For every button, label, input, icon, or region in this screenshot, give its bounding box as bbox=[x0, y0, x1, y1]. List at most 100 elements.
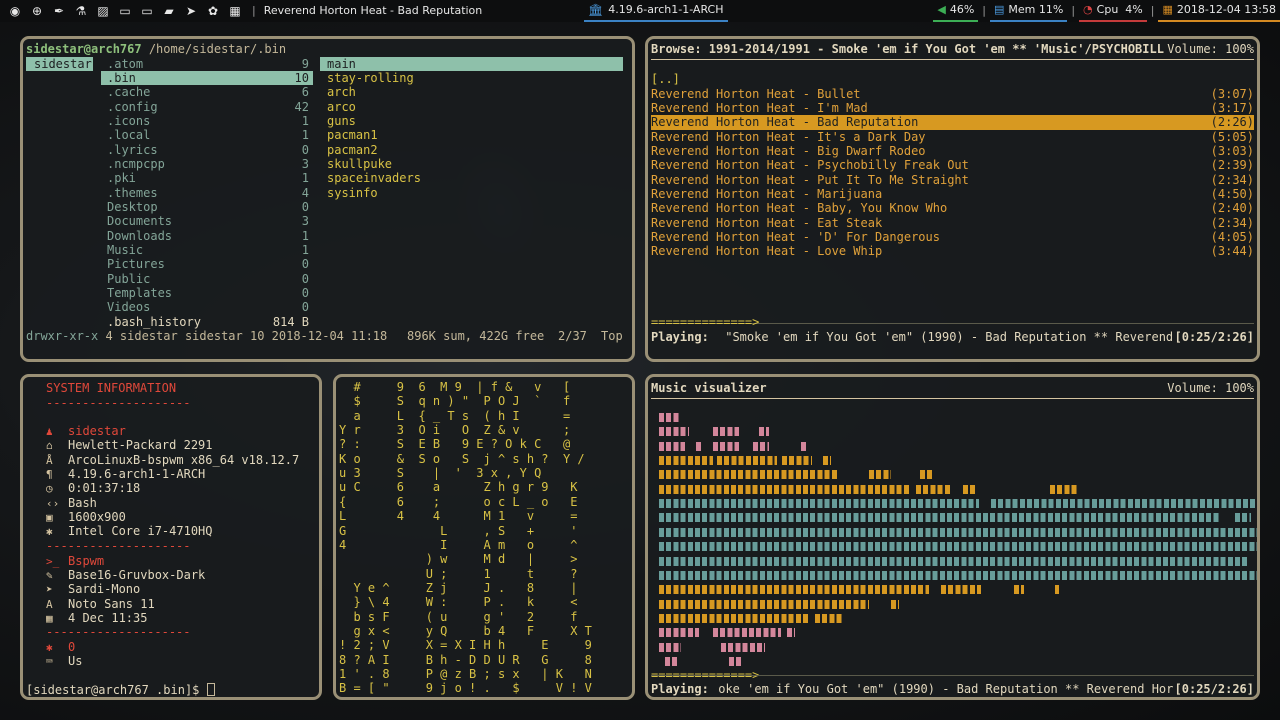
sysinfo-value: 0 bbox=[68, 639, 76, 654]
preview-entry[interactable]: arch bbox=[320, 85, 356, 99]
paint-icon: ✎ bbox=[46, 568, 53, 582]
sysinfo-item: ✱ Intel Core i7-4710HQ bbox=[46, 524, 213, 538]
track-duration: (4:50) bbox=[1210, 186, 1254, 201]
ranger-entry[interactable]: .cache 6 bbox=[101, 85, 313, 99]
kernel-module: 🏛 4.19.6-arch1-1-ARCH bbox=[584, 0, 728, 22]
parent-dir-entry[interactable]: [..] bbox=[651, 72, 680, 86]
ranger-entry[interactable]: Videos 0 bbox=[101, 300, 313, 314]
matrix-line: L 4 4 M 1 v = bbox=[339, 509, 578, 524]
spectrum-bar bbox=[963, 484, 977, 494]
track-row[interactable]: Reverend Horton Heat - 'D' For Dangerous… bbox=[651, 230, 1254, 244]
matrix-line: u 3 S | ' 3 x , Y Q bbox=[339, 466, 542, 481]
track-row[interactable]: Reverend Horton Heat - Marijuana (4:50) bbox=[651, 187, 1254, 201]
ranger-entry[interactable]: Music 1 bbox=[101, 243, 313, 257]
matrix-line: Y e ^ Z j J . 8 | bbox=[339, 580, 578, 595]
track-title: Reverend Horton Heat - Baby, You Know Wh… bbox=[651, 201, 948, 216]
preview-entry[interactable]: spaceinvaders bbox=[320, 171, 421, 185]
track-row[interactable]: Reverend Horton Heat - Bad Reputation (2:… bbox=[651, 115, 1254, 130]
ncmpcpp-browser-window[interactable]: Browse: 1991-2014/1991 - Smoke 'em if Yo… bbox=[645, 36, 1260, 362]
track-title: Reverend Horton Heat - Love Whip bbox=[651, 244, 883, 259]
sysinfo-value: Intel Core i7-4710HQ bbox=[68, 524, 213, 539]
date-module[interactable]: ▦ 2018-12-04 13:58 bbox=[1158, 0, 1280, 22]
entry-count: 3 bbox=[301, 156, 309, 171]
ranger-entry[interactable]: .bin 10 bbox=[101, 70, 313, 86]
track-title: Reverend Horton Heat - 'D' For Dangerous bbox=[651, 230, 940, 244]
track-row[interactable]: Reverend Horton Heat - Love Whip (3:44) bbox=[651, 244, 1254, 258]
track-row[interactable]: Reverend Horton Heat - I'm Mad (3:17) bbox=[651, 101, 1254, 115]
preview-entry[interactable]: guns bbox=[320, 114, 356, 128]
progress-bar[interactable]: ==============> bbox=[651, 315, 759, 329]
entry-name: .local bbox=[107, 128, 151, 143]
sysinfo-terminal-window[interactable]: SYSTEM INFORMATION -------------------- … bbox=[20, 374, 322, 700]
ranger-entry[interactable]: .atom 9 bbox=[101, 57, 313, 71]
entry-name: .config bbox=[107, 99, 158, 114]
grid-icon[interactable]: ▦ bbox=[226, 0, 244, 22]
datetime-value: 2018-12-04 13:58 bbox=[1176, 2, 1276, 16]
globe-icon[interactable]: ⊕ bbox=[28, 0, 46, 22]
shell-prompt[interactable]: [sidestar@arch767 .bin]$ bbox=[26, 683, 215, 697]
preview-entry[interactable]: arco bbox=[320, 100, 356, 114]
spectrum-bar bbox=[696, 441, 702, 451]
track-title: Reverend Horton Heat - Bullet bbox=[651, 86, 861, 101]
flask-icon[interactable]: ⚗ bbox=[72, 0, 90, 22]
track-duration: (5:05) bbox=[1210, 129, 1254, 144]
sysinfo-item: ⌂ Hewlett-Packard 2291 bbox=[46, 438, 213, 452]
sysinfo-item: ◷ 0:01:37:18 bbox=[46, 481, 140, 495]
ranger-entry[interactable]: Documents 3 bbox=[101, 214, 313, 228]
track-row[interactable]: Reverend Horton Heat - Bullet (3:07) bbox=[651, 87, 1254, 101]
visualizer-playback-time: [0:25/2:26] bbox=[1174, 682, 1254, 696]
ranger-entry[interactable]: .local 1 bbox=[101, 128, 313, 142]
eyedropper-icon[interactable]: ✒ bbox=[50, 0, 68, 22]
track-row[interactable]: Reverend Horton Heat - Baby, You Know Wh… bbox=[651, 201, 1254, 215]
track-row[interactable]: Reverend Horton Heat - Psychobilly Freak… bbox=[651, 158, 1254, 172]
monitor-icon[interactable]: ▭ bbox=[138, 0, 156, 22]
ranger-entry[interactable]: Desktop 0 bbox=[101, 200, 313, 214]
sysinfo-value: Bspwm bbox=[68, 553, 105, 568]
spectrum-bar bbox=[729, 656, 743, 666]
panel-separator: | bbox=[1150, 3, 1155, 17]
ranger-entry[interactable]: Public 0 bbox=[101, 272, 313, 286]
preview-entry[interactable]: pacman1 bbox=[320, 128, 378, 142]
arch-logo-icon[interactable]: ◉ bbox=[6, 0, 24, 22]
spectrum-bar bbox=[721, 642, 765, 652]
ranger-parent-dir[interactable]: sidestar bbox=[26, 56, 93, 71]
ranger-window[interactable]: sidestar@arch767 /home/sidestar/.bin sid… bbox=[20, 36, 635, 362]
ranger-entry[interactable]: Pictures 0 bbox=[101, 257, 313, 271]
preview-entry[interactable]: stay-rolling bbox=[320, 71, 414, 85]
ranger-entry[interactable]: .bash_history 814 B bbox=[101, 315, 313, 329]
ranger-entry[interactable]: .icons 1 bbox=[101, 114, 313, 128]
ranger-entry[interactable]: Templates 0 bbox=[101, 286, 313, 300]
telegram-icon[interactable]: ➤ bbox=[182, 0, 200, 22]
cmatrix-window[interactable]: # 9 6 M 9 | f & v [ $ S q n ) " P O J ` … bbox=[333, 374, 635, 700]
clock-icon: ◷ bbox=[46, 482, 53, 496]
visualizer-divider bbox=[651, 398, 1254, 399]
folder-icon[interactable]: ▰ bbox=[160, 0, 178, 22]
matrix-line: B = [ " 9 j o ! . $ V ! V bbox=[339, 681, 592, 696]
sysinfo-value: Hewlett-Packard 2291 bbox=[68, 438, 213, 453]
visualizer-playing-label: Playing: bbox=[651, 682, 709, 696]
ranger-entry[interactable]: Downloads 1 bbox=[101, 229, 313, 243]
volume-module[interactable]: ◀ 46% bbox=[933, 0, 979, 22]
track-row[interactable]: Reverend Horton Heat - It's a Dark Day (5… bbox=[651, 130, 1254, 144]
terminal-icon[interactable]: ▭ bbox=[116, 0, 134, 22]
ranger-entry[interactable]: .lyrics 0 bbox=[101, 143, 313, 157]
entry-count: 0 bbox=[301, 271, 309, 286]
track-row[interactable]: Reverend Horton Heat - Put It To Me Stra… bbox=[651, 173, 1254, 187]
paw-icon[interactable]: ✿ bbox=[204, 0, 222, 22]
matrix-line: G L , S + ' bbox=[339, 523, 578, 538]
entry-name: Pictures bbox=[107, 257, 165, 272]
ranger-entry[interactable]: .config 42 bbox=[101, 100, 313, 114]
visualizer-window[interactable]: Music visualizer Volume: 100% ==========… bbox=[645, 374, 1260, 700]
image-icon[interactable]: ▨ bbox=[94, 0, 112, 22]
ranger-entry[interactable]: .ncmpcpp 3 bbox=[101, 157, 313, 171]
preview-entry[interactable]: skullpuke bbox=[320, 157, 392, 171]
track-row[interactable]: Reverend Horton Heat - Eat Steak (2:34) bbox=[651, 216, 1254, 230]
preview-entry[interactable]: sysinfo bbox=[320, 186, 378, 200]
sysinfo-value: Us bbox=[68, 653, 83, 668]
preview-entry[interactable]: pacman2 bbox=[320, 143, 378, 157]
ranger-entry[interactable]: .themes 4 bbox=[101, 186, 313, 200]
visualizer-volume: Volume: 100% bbox=[1167, 381, 1254, 395]
track-row[interactable]: Reverend Horton Heat - Big Dwarf Rodeo (3… bbox=[651, 144, 1254, 158]
preview-entry[interactable]: main bbox=[320, 56, 623, 71]
ranger-entry[interactable]: .pki 1 bbox=[101, 171, 313, 185]
